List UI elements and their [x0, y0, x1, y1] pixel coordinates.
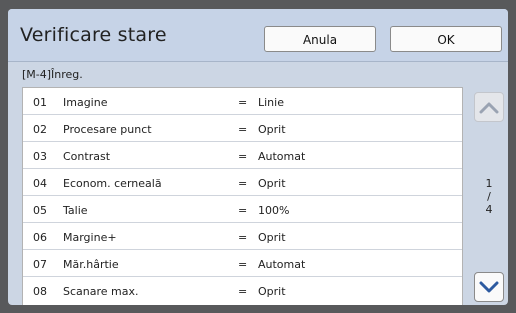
item-name: Procesare punct	[63, 123, 152, 136]
item-equals: =	[238, 150, 248, 163]
item-number: 07	[33, 258, 47, 271]
item-number: 05	[33, 204, 47, 217]
item-equals: =	[238, 96, 248, 109]
item-value: 100%	[258, 204, 290, 217]
item-number: 03	[33, 150, 47, 163]
item-value: Oprit	[258, 177, 286, 190]
item-number: 06	[33, 231, 47, 244]
item-name: Econom. cerneală	[63, 177, 162, 190]
section-label: [M-4]Înreg.	[22, 68, 83, 81]
dialog-header: Verificare stare Anula OK	[8, 9, 508, 62]
item-equals: =	[238, 231, 248, 244]
page-current: 1	[485, 177, 493, 190]
status-check-dialog: Verificare stare Anula OK [M-4]Înreg. 01…	[8, 9, 508, 305]
list-item[interactable]: 07 Măr.hârtie = Automat	[23, 250, 462, 277]
dialog-title: Verificare stare	[20, 24, 167, 46]
item-number: 04	[33, 177, 47, 190]
item-name: Imagine	[63, 96, 108, 109]
item-name: Măr.hârtie	[63, 258, 119, 271]
chevron-up-icon	[479, 102, 499, 114]
item-name: Talie	[63, 204, 88, 217]
list-item[interactable]: 02 Procesare punct = Oprit	[23, 115, 462, 142]
item-equals: =	[238, 204, 248, 217]
item-equals: =	[238, 258, 248, 271]
item-equals: =	[238, 123, 248, 136]
item-equals: =	[238, 177, 248, 190]
page-total: 4	[485, 203, 493, 216]
item-name: Margine+	[63, 231, 117, 244]
item-number: 02	[33, 123, 47, 136]
item-value: Automat	[258, 150, 306, 163]
scroll-down-button[interactable]	[474, 272, 504, 302]
cancel-button[interactable]: Anula	[264, 26, 376, 52]
chevron-down-icon	[479, 281, 499, 293]
scroll-up-button[interactable]	[474, 92, 504, 122]
list-item[interactable]: 05 Talie = 100%	[23, 196, 462, 223]
item-value: Oprit	[258, 123, 286, 136]
list-item[interactable]: 06 Margine+ = Oprit	[23, 223, 462, 250]
ok-button[interactable]: OK	[390, 26, 502, 52]
item-value: Linie	[258, 96, 284, 109]
item-name: Contrast	[63, 150, 111, 163]
list-item[interactable]: 08 Scanare max. = Oprit	[23, 277, 462, 304]
list-item[interactable]: 01 Imagine = Linie	[23, 88, 462, 115]
item-name: Scanare max.	[63, 285, 139, 298]
item-number: 08	[33, 285, 47, 298]
page-separator: /	[487, 190, 491, 203]
item-number: 01	[33, 96, 47, 109]
list-item[interactable]: 03 Contrast = Automat	[23, 142, 462, 169]
item-value: Oprit	[258, 285, 286, 298]
item-value: Oprit	[258, 231, 286, 244]
item-equals: =	[238, 285, 248, 298]
list-item[interactable]: 04 Econom. cerneală = Oprit	[23, 169, 462, 196]
settings-list: 01 Imagine = Linie 02 Procesare punct = …	[22, 87, 463, 305]
item-value: Automat	[258, 258, 306, 271]
